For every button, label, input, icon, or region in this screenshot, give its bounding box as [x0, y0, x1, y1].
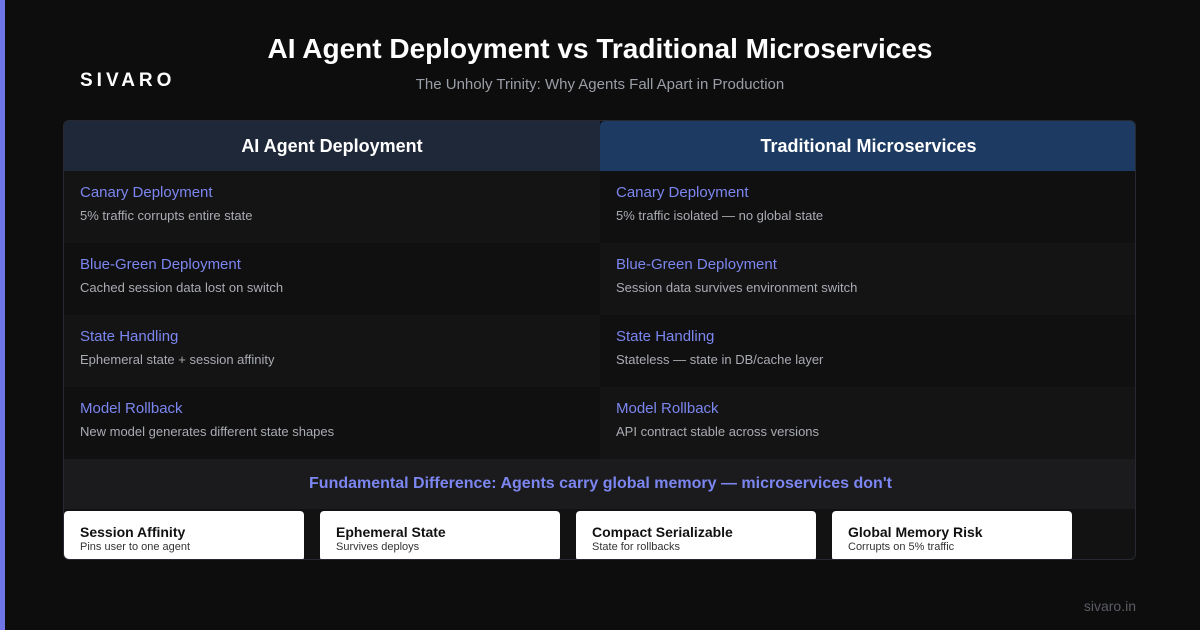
cell-description: API contract stable across versions: [616, 424, 820, 439]
cell-ms-state-handling: State Handling Stateless — state in DB/c…: [600, 315, 1135, 387]
cell-title: State Handling: [616, 328, 715, 345]
cell-ai-blue-green: Blue-Green Deployment Cached session dat…: [64, 243, 600, 315]
page-title: AI Agent Deployment vs Traditional Micro…: [267, 33, 933, 64]
card-description: Pins user to one agent: [80, 541, 191, 553]
column-header-ai-agent: AI Agent Deployment: [64, 121, 600, 171]
cell-title: Blue-Green Deployment: [616, 256, 777, 273]
card-description: Survives deploys: [336, 541, 420, 553]
cell-title: Canary Deployment: [80, 184, 213, 201]
cell-description: 5% traffic isolated — no global state: [616, 208, 824, 223]
footer-url: sivaro.in: [1083, 598, 1136, 614]
cell-description: Cached session data lost on switch: [80, 280, 284, 295]
page: SIVARO AI Agent Deployment vs Traditiona…: [0, 0, 1200, 630]
page-subtitle: The Unholy Trinity: Why Agents Fall Apar…: [415, 76, 785, 93]
card-title: Compact Serializable: [592, 524, 733, 540]
cell-title: Model Rollback: [80, 400, 183, 417]
card-ephemeral-state: Ephemeral State Survives deploys: [320, 511, 560, 559]
column-header-microservices: Traditional Microservices: [600, 121, 1135, 171]
cell-ms-blue-green: Blue-Green Deployment Session data survi…: [600, 243, 1135, 315]
left-accent-bar: [0, 0, 5, 630]
cell-description: 5% traffic corrupts entire state: [80, 208, 253, 223]
cell-ai-model-rollback: Model Rollback New model generates diffe…: [64, 387, 600, 459]
card-description: State for rollbacks: [592, 541, 681, 553]
cell-ms-model-rollback: Model Rollback API contract stable acros…: [600, 387, 1135, 459]
cell-description: Ephemeral state + session affinity: [80, 352, 275, 367]
cell-title: Model Rollback: [616, 400, 719, 417]
cell-description: New model generates different state shap…: [80, 424, 335, 439]
fundamental-difference-banner: Fundamental Difference: Agents carry glo…: [64, 459, 1135, 509]
card-title: Ephemeral State: [336, 524, 446, 540]
cell-title: Canary Deployment: [616, 184, 749, 201]
comparison-table: AI Agent Deployment Traditional Microser…: [63, 120, 1136, 560]
cell-ai-canary: Canary Deployment 5% traffic corrupts en…: [64, 171, 600, 243]
card-global-memory-risk: Global Memory Risk Corrupts on 5% traffi…: [832, 511, 1072, 559]
card-compact-serializable: Compact Serializable State for rollbacks: [576, 511, 816, 559]
card-description: Corrupts on 5% traffic: [848, 541, 955, 553]
cell-title: Blue-Green Deployment: [80, 256, 241, 273]
cell-ms-canary: Canary Deployment 5% traffic isolated — …: [600, 171, 1135, 243]
cell-description: Stateless — state in DB/cache layer: [616, 352, 824, 367]
cell-title: State Handling: [80, 328, 179, 345]
card-title: Global Memory Risk: [848, 524, 983, 540]
card-title: Session Affinity: [80, 524, 186, 540]
cell-description: Session data survives environment switch: [616, 280, 858, 295]
card-session-affinity: Session Affinity Pins user to one agent: [64, 511, 304, 559]
cell-ai-state-handling: State Handling Ephemeral state + session…: [64, 315, 600, 387]
